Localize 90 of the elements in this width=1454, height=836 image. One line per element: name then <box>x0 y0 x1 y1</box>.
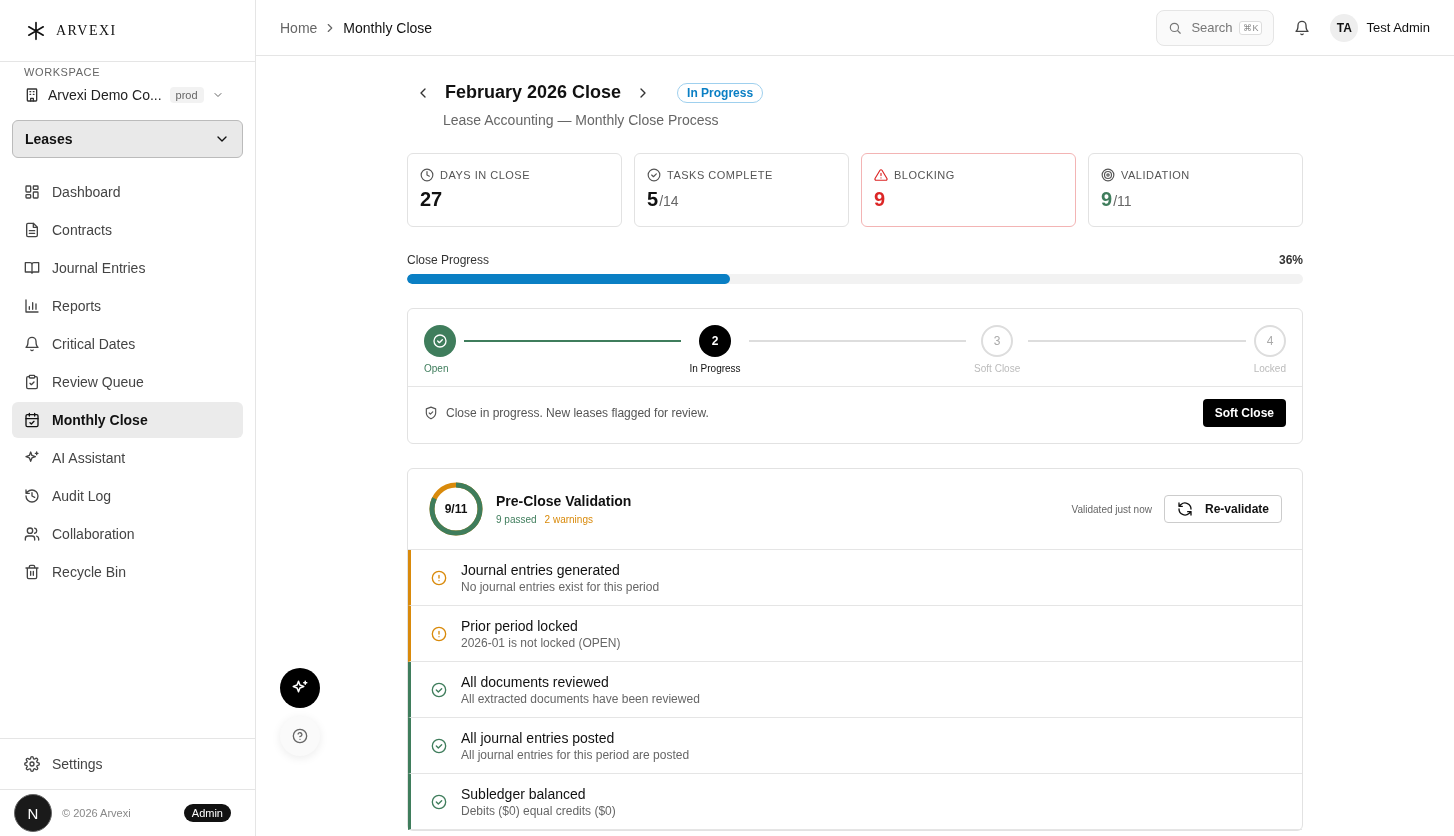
nav-item[interactable]: Collaboration <box>12 516 243 552</box>
status-message: Close in progress. New leases flagged for review. <box>446 406 709 420</box>
section-label: WORKSPACE <box>23 65 102 78</box>
soft-close-button[interactable]: Soft Close <box>1202 399 1286 427</box>
trash-icon <box>24 564 40 580</box>
stat-label: DAYS IN CLOSE <box>440 169 531 181</box>
validation-title: Pre-Close Validation <box>496 493 632 509</box>
module-select[interactable]: Leases <box>12 120 243 158</box>
warning-count: 2 warnings <box>544 514 593 525</box>
check-circle-icon <box>431 681 447 698</box>
check-circle-icon <box>431 793 447 810</box>
nav-item[interactable]: AI Assistant <box>12 440 243 476</box>
nav-item[interactable]: Contracts <box>12 212 243 248</box>
step-marker: 2 <box>699 325 732 357</box>
step-label: Soft Close <box>974 363 1021 374</box>
check-title: All documents reviewed <box>461 673 610 690</box>
check-detail: Debits ($0) equal credits ($0) <box>461 803 616 818</box>
check-title: All journal entries posted <box>461 729 616 746</box>
validated-timestamp: Validated just now <box>1071 503 1152 515</box>
passed-count: 9 passed <box>496 514 537 525</box>
step-label: Locked <box>1253 363 1286 374</box>
clock-icon <box>420 168 434 182</box>
period-subtitle: Lease Accounting — Monthly Close Process <box>442 111 720 128</box>
brand-name: ARVEXI <box>56 22 117 39</box>
nav-item[interactable]: Review Queue <box>12 364 243 400</box>
check-detail: No journal entries exist for this period <box>461 579 660 594</box>
warning-icon <box>874 168 888 182</box>
workspace-name[interactable]: Arvexi Demo Co... <box>48 87 162 103</box>
check-title: Prior period locked <box>461 617 579 634</box>
refresh-icon <box>1176 501 1193 517</box>
book-icon <box>24 260 40 276</box>
nav-item[interactable]: Critical Dates <box>12 326 243 362</box>
bell-icon <box>1294 19 1311 36</box>
nav-item[interactable]: Reports <box>12 288 243 324</box>
nav-item[interactable]: Journal Entries <box>12 250 243 286</box>
nav-item[interactable]: Monthly Close <box>12 402 243 438</box>
progress-reading: 36% <box>1278 253 1303 267</box>
stat-value: 5/14 <box>647 188 680 211</box>
calendar-check-icon <box>24 412 40 428</box>
stat-value: 9 <box>874 188 887 211</box>
stat-value: 9/11 <box>1101 188 1133 211</box>
alert-circle-icon <box>431 625 447 642</box>
nav-item[interactable]: Audit Log <box>12 478 243 514</box>
alert-circle-icon <box>431 569 447 586</box>
environment-badge: prod <box>169 87 204 103</box>
nav-item[interactable]: Recycle Bin <box>12 554 243 590</box>
building-icon <box>24 87 40 103</box>
asterisk-icon <box>26 20 46 41</box>
check-circle-icon <box>431 737 447 754</box>
check-detail: All journal entries for this period are posted <box>461 747 690 762</box>
help-icon <box>292 728 308 744</box>
check-circle-icon <box>432 333 448 349</box>
target-icon <box>1101 168 1115 182</box>
search-icon <box>1168 20 1183 35</box>
copyright-text: © 2026 Arvexi <box>62 807 131 819</box>
role-badge: Admin <box>183 804 231 822</box>
check-detail: 2026-01 is not locked (OPEN) <box>461 635 621 650</box>
period-title: February 2026 Close <box>445 82 622 103</box>
step-label: Open <box>424 363 449 374</box>
clipboard-check-icon <box>24 374 40 390</box>
revalidate-button[interactable]: Re-validate <box>1163 495 1282 523</box>
progress-label: Close Progress <box>407 253 490 267</box>
breadcrumb-item: Monthly Close <box>343 19 433 36</box>
users-icon <box>24 526 40 542</box>
history-icon <box>24 488 40 504</box>
check-title: Subledger balanced <box>461 785 587 802</box>
settings-icon <box>24 756 40 772</box>
settings-link[interactable]: Settings <box>0 738 255 790</box>
breadcrumb-item[interactable]: Home <box>280 19 318 36</box>
bar-chart-icon <box>24 298 40 314</box>
check-detail: All extracted documents have been reviewed <box>461 691 700 706</box>
grid-icon <box>24 184 40 200</box>
nav-item[interactable]: Dashboard <box>12 174 243 210</box>
step-marker: 3 <box>981 325 1014 357</box>
stat-label: TASKS COMPLETE <box>667 169 773 181</box>
user-name[interactable]: Test Admin <box>1366 20 1430 35</box>
user-avatar[interactable]: TA <box>1330 13 1359 42</box>
score-ring: 9/11 <box>428 481 484 537</box>
avatar-button[interactable]: N <box>14 794 52 832</box>
ai-assistant-button[interactable] <box>280 668 320 708</box>
stat-label: BLOCKING <box>894 169 955 181</box>
step-label: In Progress <box>689 363 741 374</box>
check-circle-icon <box>647 168 661 182</box>
stat-value: 27 <box>420 188 444 211</box>
shield-check-icon <box>424 406 438 420</box>
step-marker: 4 <box>1254 325 1286 357</box>
document-icon <box>24 222 40 238</box>
check-title: Journal entries generated <box>461 561 621 578</box>
stat-label: VALIDATION <box>1121 169 1190 181</box>
bell-icon <box>24 336 40 352</box>
